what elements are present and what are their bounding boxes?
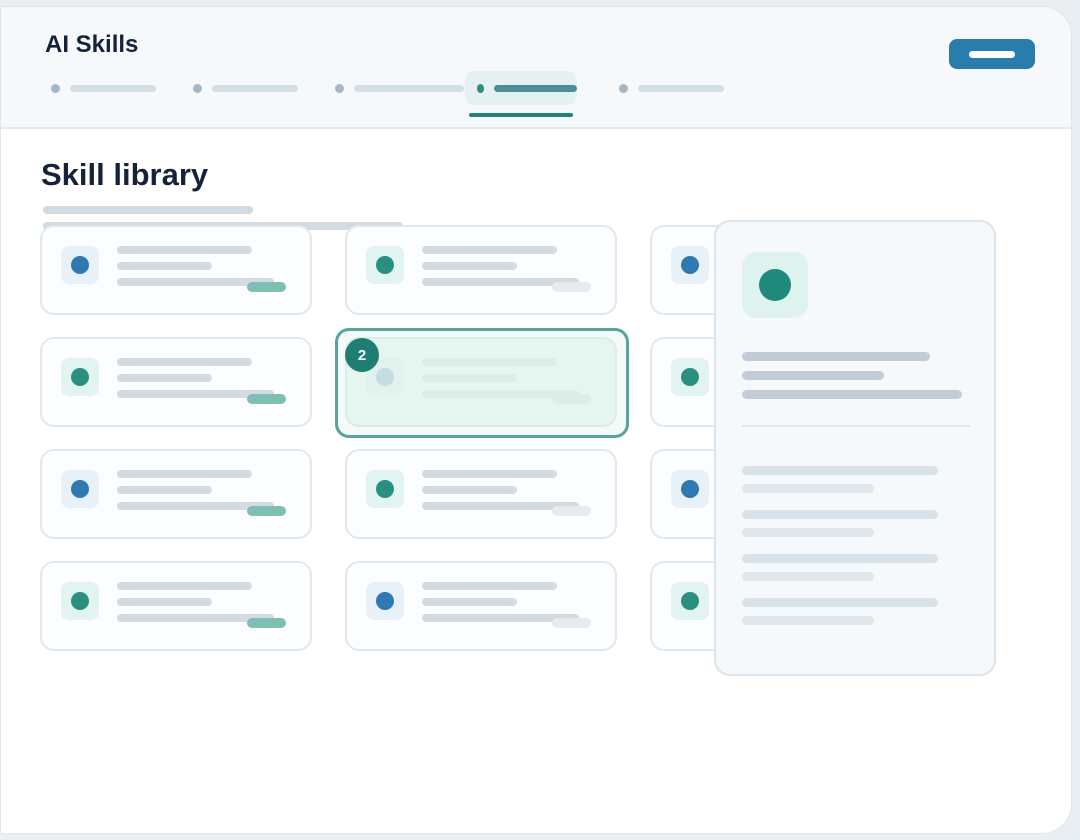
tab-5[interactable] [619,71,729,105]
green-dot-icon [671,358,709,396]
tab-4-active[interactable] [465,71,577,105]
detail-title-line [742,390,962,399]
app-header: AI Skills [1,7,1071,129]
tab-dot-icon [619,83,628,93]
skill-card-meta-line [422,598,517,606]
detail-row-line [742,616,874,625]
detail-divider [742,425,970,427]
skill-card-tag [247,618,286,628]
green-dot-icon [366,246,404,284]
tab-bar [1,69,761,119]
section-title: Skill library [41,157,209,192]
drop-target-highlight[interactable] [335,328,629,438]
skill-detail-panel [714,220,996,676]
skill-card-title-line [422,246,557,254]
skill-card[interactable] [345,225,617,315]
skill-card-title-line [422,582,557,590]
skill-card-title-line [117,470,252,478]
app-window: AI Skills Skill library 2 [0,6,1072,834]
skill-card-tag [247,394,286,404]
tab-label [354,84,464,92]
tab-1[interactable] [51,71,161,105]
skill-card[interactable] [40,337,312,427]
skill-card-meta-line [422,262,517,270]
blue-dot-icon [61,246,99,284]
tab-label [212,84,298,92]
section-subtitle-line [43,206,253,214]
skill-card-title-line [117,358,252,366]
detail-row-line [742,572,874,581]
app-title: AI Skills [45,31,139,58]
blue-dot-icon [671,470,709,508]
tab-label [494,84,577,92]
green-dot-icon [671,582,709,620]
primary-action-label [969,50,1015,58]
tab-label [638,84,724,92]
detail-title-line [742,371,884,380]
detail-row-line [742,528,874,537]
primary-action-button[interactable] [949,39,1035,69]
skill-card-title-line [117,246,252,254]
green-dot-icon [61,582,99,620]
skill-card-meta-line [117,598,212,606]
step-badge: 2 [345,338,379,372]
green-dot-icon [366,470,404,508]
skill-card-meta-line [117,486,212,494]
detail-row-line [742,466,938,475]
skill-card-title-line [422,470,557,478]
skill-card-meta-line [117,374,212,382]
tab-dot-icon [477,83,485,93]
skill-detail-icon [742,252,808,318]
detail-title-line [742,352,930,361]
skill-card-title-line [117,582,252,590]
skill-card[interactable] [345,561,617,651]
skill-card[interactable] [345,449,617,539]
blue-dot-icon [61,470,99,508]
tab-2[interactable] [193,71,303,105]
detail-row-line [742,598,938,607]
skill-card-tag [552,618,591,628]
blue-dot-icon [671,246,709,284]
skill-card[interactable] [40,449,312,539]
skill-card-tag [552,506,591,516]
skill-card-meta-line [422,486,517,494]
tab-3[interactable] [335,71,465,105]
tab-dot-icon [335,83,344,93]
tab-dot-icon [193,83,202,93]
skill-card-tag [552,282,591,292]
tab-dot-icon [51,83,60,93]
blue-dot-icon [366,582,404,620]
active-tab-indicator [469,113,573,117]
skill-card-tag [247,506,286,516]
detail-row-line [742,484,874,493]
skill-card[interactable] [40,561,312,651]
skill-card-meta-line [117,262,212,270]
detail-row-line [742,554,938,563]
detail-row-line [742,510,938,519]
skill-card[interactable] [40,225,312,315]
tab-label [70,84,156,92]
skill-card-tag [247,282,286,292]
green-dot-icon [61,358,99,396]
